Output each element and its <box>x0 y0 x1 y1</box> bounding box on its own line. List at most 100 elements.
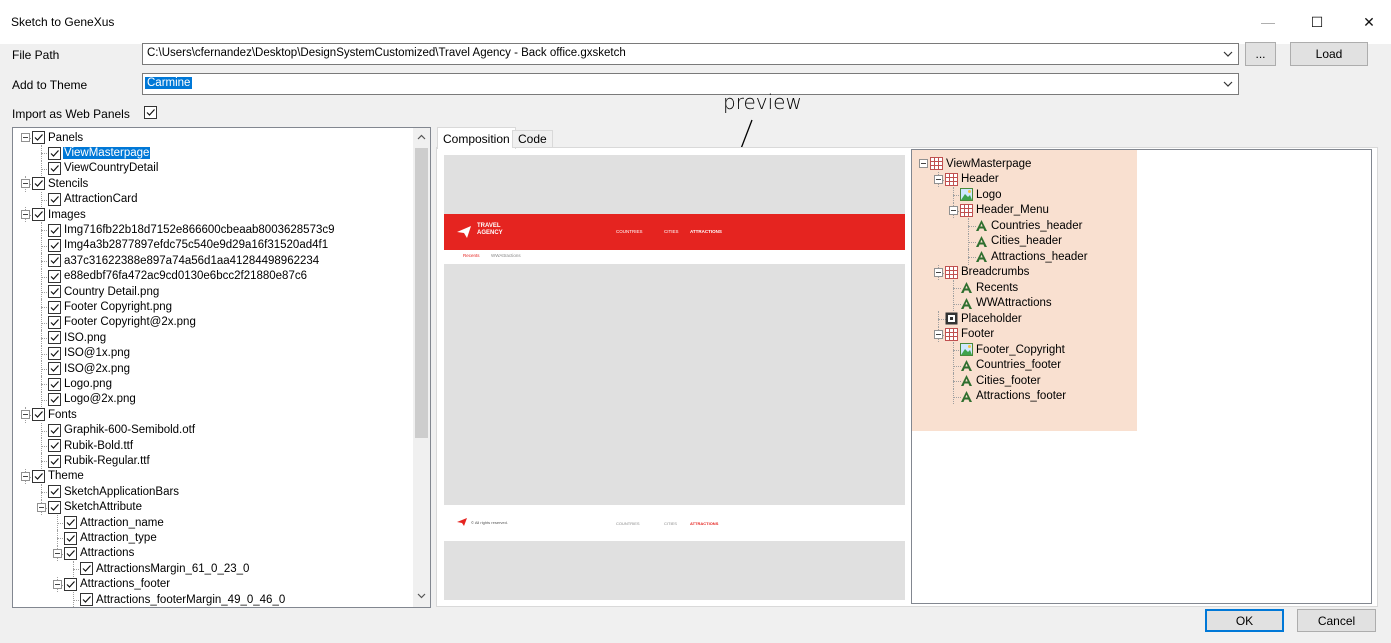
structure-item[interactable]: WWAttractions <box>949 296 1052 311</box>
tree-checkbox[interactable] <box>48 392 61 406</box>
tree-checkbox[interactable] <box>32 131 45 145</box>
tree-checkbox[interactable] <box>48 500 61 514</box>
tree-item[interactable]: ISO.png <box>37 330 107 345</box>
tree-checkbox[interactable] <box>48 238 61 252</box>
tree-scrollbar[interactable] <box>413 128 430 607</box>
tree-checkbox[interactable] <box>32 208 45 222</box>
tree-item[interactable]: Fonts <box>21 407 78 422</box>
tree-item[interactable]: Attractions_footer <box>53 577 171 592</box>
tree-checkbox[interactable] <box>48 192 61 206</box>
structure-item[interactable]: Logo <box>949 187 1002 202</box>
tab-composition[interactable]: Composition <box>437 127 516 149</box>
structure-item[interactable]: Footer_Copyright <box>949 342 1065 357</box>
tree-item[interactable]: Logo@2x.png <box>37 392 137 407</box>
tree-item[interactable]: ViewCountryDetail <box>37 161 159 176</box>
tree-checkbox[interactable] <box>48 331 61 345</box>
tree-item[interactable]: Rubik-Regular.ttf <box>37 453 151 468</box>
tree-item[interactable]: Country Detail.png <box>37 284 160 299</box>
tree-checkbox[interactable] <box>48 146 61 160</box>
tree-item[interactable]: e88edbf76fa472ac9cd0130e6bcc2f21880e87c6 <box>37 269 308 284</box>
tree-checkbox[interactable] <box>48 223 61 237</box>
structure-item[interactable]: ViewMasterpage <box>919 156 1031 171</box>
tree-item[interactable]: Images <box>21 207 87 222</box>
tree-item[interactable]: Theme <box>21 469 85 484</box>
structure-item[interactable]: Breadcrumbs <box>934 265 1029 280</box>
collapse-icon[interactable] <box>919 159 928 169</box>
browse-button[interactable]: ... <box>1245 42 1276 66</box>
tree-item[interactable]: a37c31622388e897a74a56d1aa41284498962234 <box>37 253 320 268</box>
tree-checkbox[interactable] <box>48 423 61 437</box>
tree-item[interactable]: Rubik-Bold.ttf <box>37 438 134 453</box>
chevron-down-icon[interactable] <box>1221 77 1235 91</box>
tree-item[interactable]: Panels <box>21 130 84 145</box>
tree-checkbox[interactable] <box>32 408 45 422</box>
structure-item[interactable]: Footer <box>934 327 994 342</box>
component-tree[interactable]: Panels ViewMasterpage ViewCountryDetail Ste… <box>12 127 431 608</box>
tree-checkbox[interactable] <box>48 454 61 468</box>
tree-item[interactable]: Img4a3b2877897efdc75c540e9d29a16f31520ad… <box>37 238 329 253</box>
tree-checkbox[interactable] <box>64 516 77 530</box>
structure-item[interactable]: Recents <box>949 280 1018 295</box>
tree-checkbox[interactable] <box>48 439 61 453</box>
tree-checkbox[interactable] <box>32 177 45 191</box>
theme-combo[interactable]: Carmine <box>142 73 1239 95</box>
collapse-icon[interactable] <box>934 267 943 277</box>
tree-item[interactable]: Attraction_name <box>53 515 165 530</box>
tree-checkbox[interactable] <box>48 254 61 268</box>
collapse-icon[interactable] <box>21 179 30 189</box>
collapse-icon[interactable] <box>37 502 46 512</box>
tree-checkbox[interactable] <box>64 531 77 545</box>
tree-checkbox[interactable] <box>32 469 45 483</box>
chevron-down-icon[interactable] <box>1221 47 1235 61</box>
structure-item[interactable]: Header <box>934 172 999 187</box>
maximize-button[interactable]: ☐ <box>1305 10 1329 34</box>
tree-item[interactable]: Attractions_footerMargin_49_0_46_0 <box>69 592 286 607</box>
tree-item[interactable]: AttractionCard <box>37 192 139 207</box>
tree-item[interactable]: ISO@1x.png <box>37 346 131 361</box>
structure-item[interactable]: Attractions_footer <box>949 389 1066 404</box>
structure-item[interactable]: Cities_header <box>964 234 1062 249</box>
tree-checkbox[interactable] <box>48 377 61 391</box>
tree-checkbox[interactable] <box>80 593 93 607</box>
tree-item[interactable]: ViewMasterpage <box>37 145 151 160</box>
tree-checkbox[interactable] <box>48 285 61 299</box>
tree-item[interactable]: Attractions <box>53 546 135 561</box>
collapse-icon[interactable] <box>21 133 30 143</box>
tree-checkbox[interactable] <box>48 315 61 329</box>
tree-checkbox[interactable] <box>48 269 61 283</box>
tree-checkbox[interactable] <box>48 346 61 360</box>
tree-item[interactable]: Img716fb22b18d7152e866600cbeaab800362857… <box>37 222 336 237</box>
ok-button[interactable]: OK <box>1205 609 1284 632</box>
collapse-icon[interactable] <box>21 210 30 220</box>
import-checkbox[interactable] <box>144 106 157 119</box>
tree-checkbox[interactable] <box>48 161 61 175</box>
tree-checkbox[interactable] <box>48 485 61 499</box>
chevron-down-icon[interactable] <box>416 590 427 601</box>
collapse-icon[interactable] <box>21 471 30 481</box>
collapse-icon[interactable] <box>934 174 943 184</box>
tree-checkbox[interactable] <box>48 362 61 376</box>
tree-checkbox[interactable] <box>80 562 93 576</box>
structure-item[interactable]: Countries_footer <box>949 358 1061 373</box>
tree-checkbox[interactable] <box>64 546 77 560</box>
tree-item[interactable]: Graphik-600-Semibold.otf <box>37 423 196 438</box>
load-button[interactable]: Load <box>1290 42 1368 66</box>
tree-item[interactable]: Attraction_type <box>53 530 158 545</box>
scroll-thumb[interactable] <box>415 148 428 438</box>
structure-item[interactable]: Attractions_header <box>964 249 1088 264</box>
collapse-icon[interactable] <box>949 205 958 215</box>
collapse-icon[interactable] <box>53 548 62 558</box>
collapse-icon[interactable] <box>21 410 30 420</box>
close-button[interactable]: ✕ <box>1357 10 1381 34</box>
structure-item[interactable]: Placeholder <box>934 311 1022 326</box>
tree-item[interactable]: Footer Copyright.png <box>37 299 173 314</box>
structure-item[interactable]: Cities_footer <box>949 373 1041 388</box>
structure-item[interactable]: Header_Menu <box>949 203 1049 218</box>
file-path-combo[interactable]: C:\Users\cfernandez\Desktop\DesignSystem… <box>142 43 1239 65</box>
cancel-button[interactable]: Cancel <box>1297 609 1376 632</box>
collapse-icon[interactable] <box>53 579 62 589</box>
tree-item[interactable]: ISO@2x.png <box>37 361 131 376</box>
tree-item[interactable]: SketchApplicationBars <box>37 484 180 499</box>
structure-tree[interactable]: ViewMasterpage Header Logo Header_Menu Count… <box>911 149 1372 604</box>
tab-code[interactable]: Code <box>512 130 553 148</box>
